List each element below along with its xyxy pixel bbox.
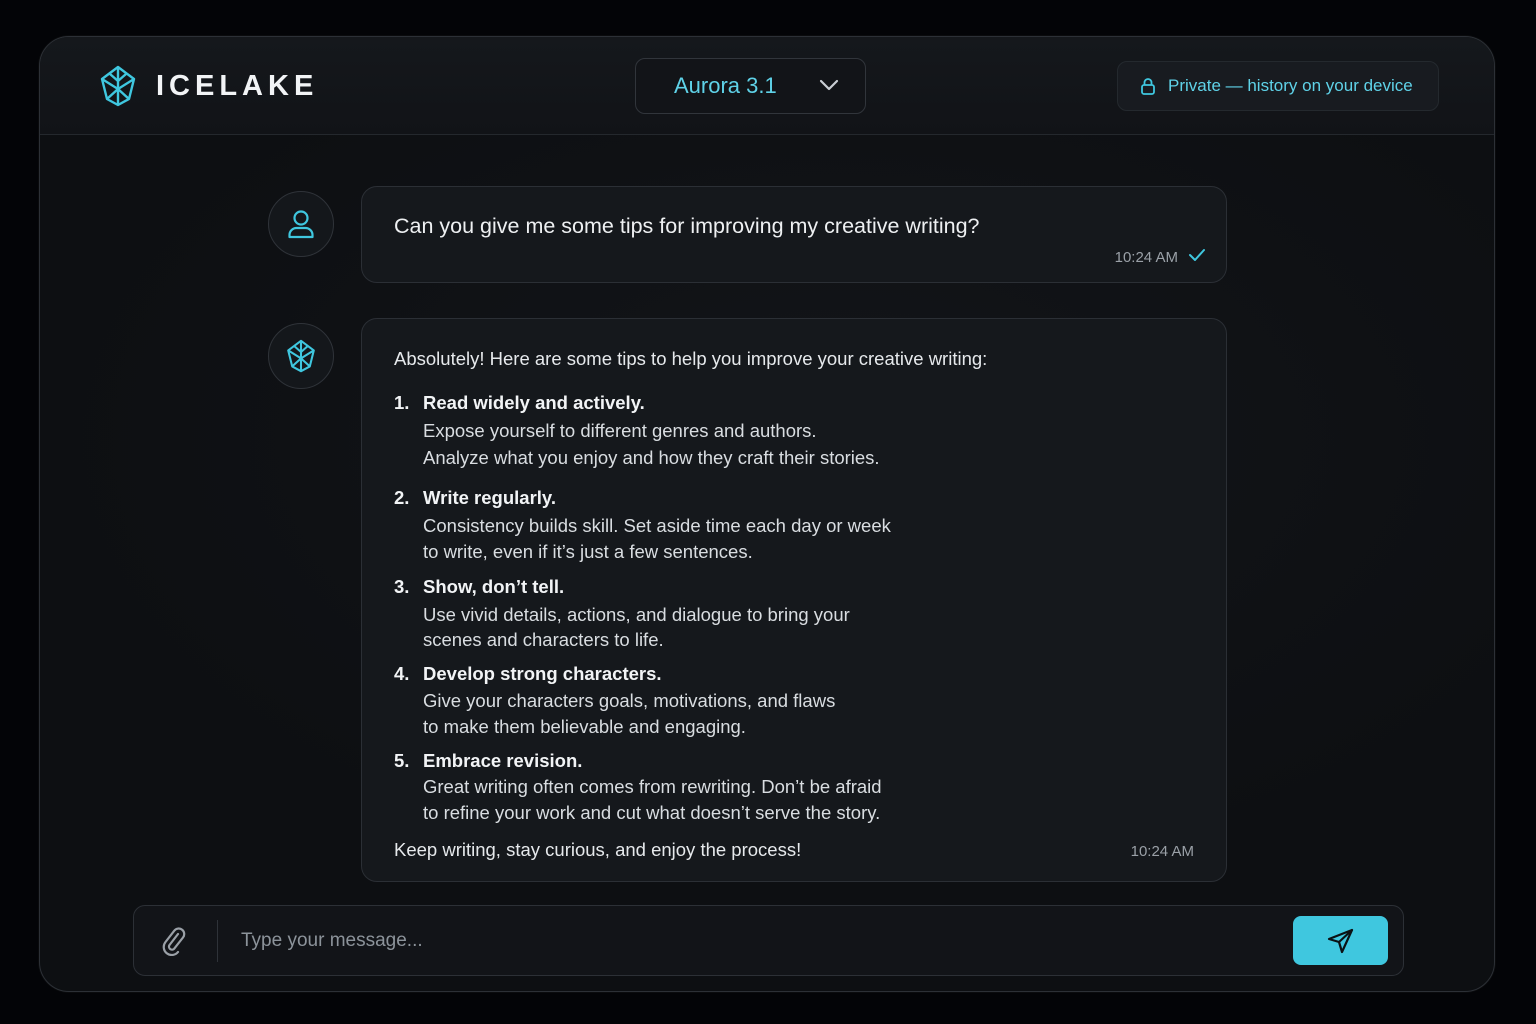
lock-icon bbox=[1141, 78, 1155, 95]
tip-line: scenes and characters to life. bbox=[423, 629, 664, 650]
tip-title: Write regularly. bbox=[423, 487, 556, 508]
chat-area[interactable]: Can you give me some tips for improving … bbox=[40, 135, 1494, 895]
assistant-message-time: 10:24 AM bbox=[1130, 843, 1194, 860]
tip-title: Develop strong characters. bbox=[423, 663, 662, 684]
logo[interactable]: ICELAKE bbox=[98, 65, 318, 107]
assistant-message: Absolutely! Here are some tips to help y… bbox=[361, 318, 1227, 882]
privacy-badge: Private — history on your device bbox=[1117, 61, 1439, 111]
attach-button[interactable] bbox=[160, 926, 188, 961]
icelake-logo-icon bbox=[287, 339, 315, 373]
privacy-text: Private — history on your device bbox=[1168, 76, 1413, 95]
tip-title: Embrace revision. bbox=[423, 750, 583, 771]
tip-title: Read widely and actively. bbox=[423, 392, 645, 413]
tip-number: 5. bbox=[394, 750, 410, 771]
paperclip-icon bbox=[162, 927, 186, 957]
send-icon bbox=[1327, 928, 1353, 953]
app-name: ICELAKE bbox=[156, 69, 319, 102]
model-selector[interactable]: Aurora 3.1 bbox=[635, 58, 866, 114]
tip-line: to write, even if it’s just a few senten… bbox=[423, 541, 753, 562]
tip-line: Analyze what you enjoy and how they craf… bbox=[423, 447, 880, 468]
tip-line: Give your characters goals, motivations,… bbox=[423, 690, 836, 711]
tip-line: Use vivid details, actions, and dialogue… bbox=[423, 604, 850, 625]
icelake-logo-icon bbox=[100, 65, 136, 107]
user-message: Can you give me some tips for improving … bbox=[361, 186, 1227, 283]
user-avatar bbox=[268, 191, 334, 257]
tip-line: Great writing often comes from rewriting… bbox=[423, 776, 882, 797]
composer-divider bbox=[217, 920, 218, 962]
tip-number: 2. bbox=[394, 487, 410, 508]
tip-line: to make them believable and engaging. bbox=[423, 716, 746, 737]
model-name: Aurora 3.1 bbox=[674, 73, 777, 98]
tip-number: 1. bbox=[394, 392, 410, 413]
tip-line: to refine your work and cut what doesn’t… bbox=[423, 802, 881, 823]
user-message-time: 10:24 AM bbox=[1114, 249, 1178, 266]
message-composer bbox=[133, 905, 1404, 976]
user-icon bbox=[288, 210, 314, 239]
header: ICELAKE Aurora 3.1 Private — history on … bbox=[40, 37, 1494, 135]
user-message-text: Can you give me some tips for improving … bbox=[394, 214, 980, 238]
send-button[interactable] bbox=[1293, 916, 1388, 965]
tip-number: 4. bbox=[394, 663, 410, 684]
check-icon bbox=[1189, 249, 1205, 261]
message-input[interactable] bbox=[241, 920, 1281, 962]
chevron-down-icon bbox=[819, 79, 839, 91]
tip-line: Consistency builds skill. Set aside time… bbox=[423, 515, 891, 536]
app-window: ICELAKE Aurora 3.1 Private — history on … bbox=[39, 36, 1495, 992]
assistant-intro: Absolutely! Here are some tips to help y… bbox=[394, 348, 988, 369]
tip-number: 3. bbox=[394, 576, 410, 597]
tip-title: Show, don’t tell. bbox=[423, 576, 565, 597]
assistant-avatar bbox=[268, 323, 334, 389]
tip-line: Expose yourself to different genres and … bbox=[423, 420, 817, 441]
assistant-outro: Keep writing, stay curious, and enjoy th… bbox=[394, 839, 802, 860]
